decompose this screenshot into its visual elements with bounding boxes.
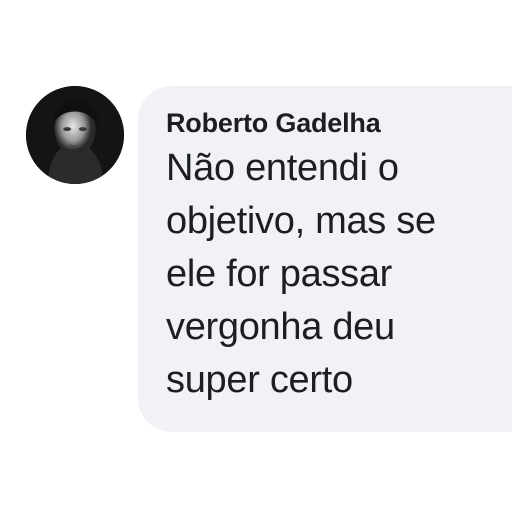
avatar[interactable]: [26, 86, 124, 184]
comment-text-line: super certo: [166, 359, 353, 401]
comment-text-line: vergonha deu: [166, 306, 395, 348]
comment-text-line: objetivo, mas se: [166, 200, 436, 242]
comment-text-line: ele for passar: [166, 253, 393, 295]
comment-bubble: Roberto Gadelha Não entendi o objetivo, …: [138, 86, 512, 432]
comment-thread: Roberto Gadelha Não entendi o objetivo, …: [0, 0, 512, 512]
profile-photo-icon: [26, 86, 124, 184]
comment-text-line: Não entendi o: [166, 147, 399, 189]
comment-author-name[interactable]: Roberto Gadelha: [166, 106, 512, 140]
comment-text: Não entendi o objetivo, mas se ele for p…: [166, 142, 512, 407]
